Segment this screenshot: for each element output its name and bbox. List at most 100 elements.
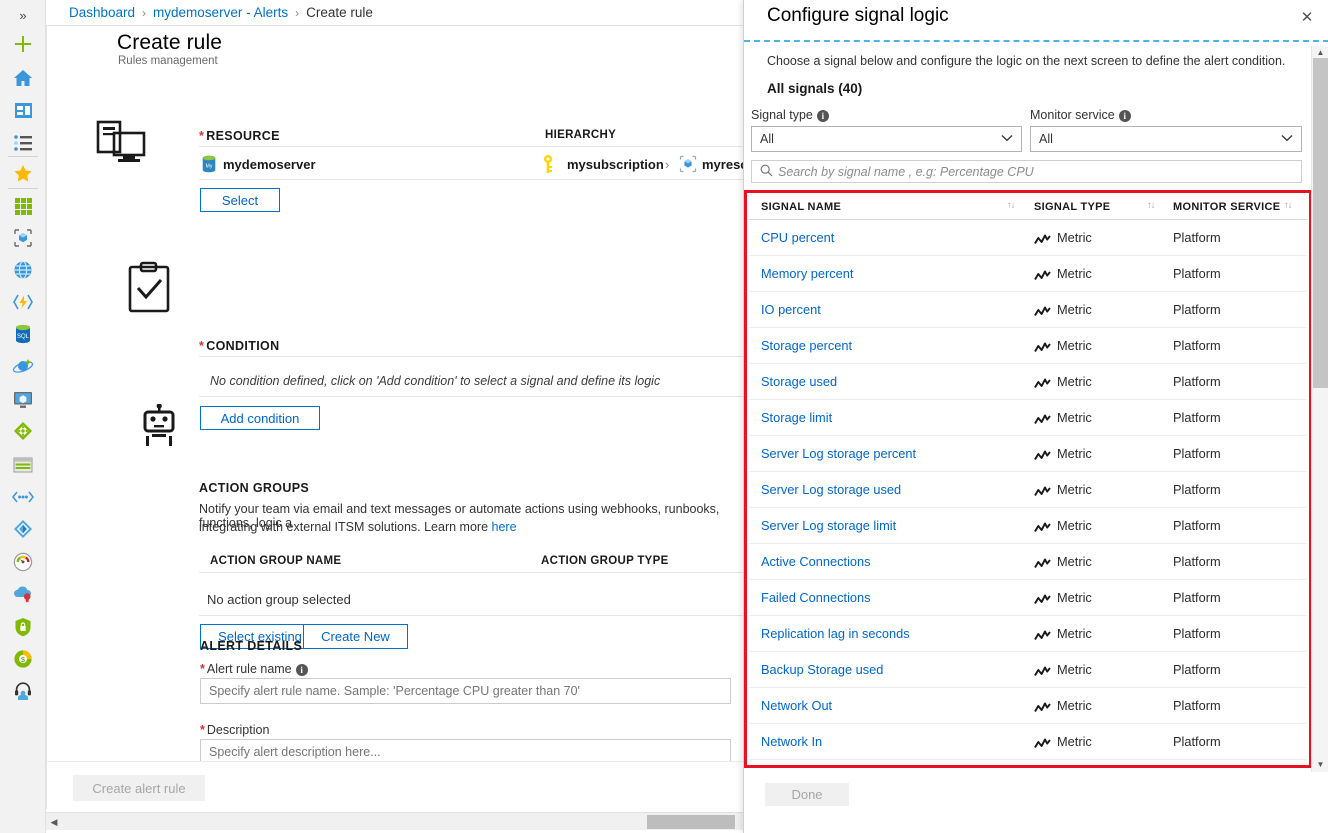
column-header-signal-type[interactable]: SIGNAL TYPE	[1034, 201, 1110, 213]
signals-table-header: SIGNAL NAME ↑↓ SIGNAL TYPE ↑↓ MONITOR SE…	[749, 194, 1307, 220]
sort-icon-monitor-service[interactable]: ↑↓	[1284, 200, 1292, 211]
cost-management-icon[interactable]: $	[0, 643, 46, 675]
signal-name-link[interactable]: Backup Storage used	[761, 662, 883, 677]
azure-cosmos-db-icon[interactable]	[0, 350, 46, 382]
vertical-scroll-thumb[interactable]	[1313, 58, 1328, 388]
column-header-monitor-service[interactable]: MONITOR SERVICE	[1173, 201, 1280, 213]
done-button[interactable]: Done	[765, 783, 849, 806]
add-condition-button[interactable]: Add condition	[200, 406, 320, 430]
signals-table: SIGNAL NAME ↑↓ SIGNAL TYPE ↑↓ MONITOR SE…	[749, 194, 1307, 764]
signal-name-link[interactable]: Network Out	[761, 698, 832, 713]
monitor-service-value-cell: Platform	[1173, 554, 1221, 569]
action-groups-description-text2: integrating with external ITSM solutions…	[199, 520, 492, 534]
signal-name-link[interactable]: Storage limit	[761, 410, 832, 425]
search-signal-field[interactable]: Search by signal name , e.g: Percentage …	[751, 160, 1302, 183]
condition-divider-top	[199, 356, 743, 357]
signal-name-link[interactable]: Storage used	[761, 374, 837, 389]
table-row[interactable]: Storage percent Metric Platform	[749, 328, 1307, 364]
table-row[interactable]: Storage limit Metric Platform	[749, 400, 1307, 436]
blade-body: * RESOURCE HIERARCHY My mydemoserver mysu…	[46, 75, 743, 761]
advisor-icon[interactable]	[0, 578, 46, 610]
function-apps-icon[interactable]	[0, 286, 46, 318]
signal-type-label-text: Signal type	[751, 108, 813, 122]
action-groups-divider-bottom	[199, 615, 743, 616]
learn-more-link[interactable]: here	[492, 520, 517, 534]
signal-name-link[interactable]: Failed Connections	[761, 590, 871, 605]
load-balancers-icon[interactable]	[0, 415, 46, 447]
table-row[interactable]: Failed Connections Metric Platform	[749, 580, 1307, 616]
close-icon[interactable]: ✕	[1294, 4, 1320, 30]
horizontal-scrollbar[interactable]: ◀	[46, 812, 743, 830]
storage-accounts-icon[interactable]	[0, 449, 46, 481]
table-row[interactable]: Server Log storage percent Metric Platform	[749, 436, 1307, 472]
alert-description-input[interactable]	[200, 739, 731, 761]
table-row[interactable]: Backup Storage used Metric Platform	[749, 652, 1307, 688]
signal-name-link[interactable]: Network In	[761, 734, 822, 749]
signal-type-value-cell: Metric	[1057, 482, 1092, 497]
monitor-icon[interactable]	[0, 546, 46, 578]
azure-active-directory-icon[interactable]	[0, 513, 46, 545]
table-row[interactable]: CPU percent Metric Platform	[749, 220, 1307, 256]
column-header-signal-name[interactable]: SIGNAL NAME	[761, 201, 841, 213]
table-row[interactable]: Memory percent Metric Platform	[749, 256, 1307, 292]
nav-collapse-icon[interactable]: »	[0, 6, 46, 26]
table-row[interactable]: Network Out Metric Platform	[749, 688, 1307, 724]
table-row[interactable]: Replication lag in seconds Metric Platform	[749, 616, 1307, 652]
table-row[interactable]: Server Log storage limit Metric Platform	[749, 508, 1307, 544]
home-icon[interactable]	[0, 62, 46, 94]
create-alert-rule-button[interactable]: Create alert rule	[73, 775, 205, 801]
select-resource-button[interactable]: Select	[200, 188, 280, 212]
signal-name-link[interactable]: Replication lag in seconds	[761, 626, 910, 641]
favorites-star-icon[interactable]	[0, 157, 46, 189]
table-row[interactable]: Storage used Metric Platform	[749, 364, 1307, 400]
monitor-service-value-cell: Platform	[1173, 230, 1221, 245]
signal-name-link[interactable]: Server Log storage limit	[761, 518, 896, 533]
create-resource-icon[interactable]	[0, 28, 46, 60]
help-and-support-icon[interactable]	[0, 675, 46, 707]
create-rule-blade: Dashboard › mydemoserver - Alerts › Crea…	[46, 0, 743, 833]
signal-name-link[interactable]: Storage percent	[761, 338, 852, 353]
signal-type-value-cell: Metric	[1057, 410, 1092, 425]
all-resources-grid-icon[interactable]	[0, 190, 46, 222]
create-new-action-group-button[interactable]: Create New	[303, 624, 408, 649]
breadcrumb-item-alerts[interactable]: mydemoserver - Alerts	[153, 5, 288, 20]
table-row[interactable]: IO percent Metric Platform	[749, 292, 1307, 328]
metric-chart-icon	[1034, 665, 1051, 680]
signal-type-value-cell: Metric	[1057, 446, 1092, 461]
signal-type-value-cell: Metric	[1057, 698, 1092, 713]
breadcrumb-item-dashboard[interactable]: Dashboard	[69, 5, 135, 20]
signal-type-select[interactable]: All	[751, 126, 1022, 152]
info-icon-signal-type[interactable]: i	[816, 109, 829, 122]
panel-vertical-scrollbar[interactable]: ▲ ▼	[1311, 46, 1328, 772]
info-icon-monitor-service[interactable]: i	[1118, 109, 1131, 122]
info-icon-rule-name[interactable]: i	[295, 663, 308, 676]
security-center-icon[interactable]	[0, 611, 46, 643]
horizontal-scroll-thumb[interactable]	[647, 815, 735, 829]
scroll-left-arrow-icon[interactable]: ◀	[48, 816, 60, 828]
page-subtitle: Rules management	[118, 55, 218, 67]
resource-groups-icon[interactable]	[0, 222, 46, 254]
signal-name-link[interactable]: Active Connections	[761, 554, 871, 569]
sort-icon-signal-type[interactable]: ↑↓	[1147, 200, 1155, 211]
chevron-down-icon-monitor-service	[1281, 127, 1293, 151]
virtual-machines-icon[interactable]	[0, 383, 46, 415]
monitor-service-select[interactable]: All	[1030, 126, 1302, 152]
dashboard-icon[interactable]	[0, 94, 46, 126]
table-row[interactable]: Active Connections Metric Platform	[749, 544, 1307, 580]
table-row[interactable]: Network In Metric Platform	[749, 724, 1307, 760]
app-services-icon[interactable]	[0, 254, 46, 286]
signal-name-link[interactable]: IO percent	[761, 302, 821, 317]
signal-name-link[interactable]: Memory percent	[761, 266, 853, 281]
virtual-networks-icon[interactable]	[0, 481, 46, 513]
signal-name-link[interactable]: Server Log storage percent	[761, 446, 916, 461]
alert-rule-name-input[interactable]	[200, 678, 731, 704]
resource-label: RESOURCE	[206, 129, 280, 143]
signal-name-link[interactable]: CPU percent	[761, 230, 834, 245]
sql-databases-icon[interactable]: SQL	[0, 318, 46, 350]
scroll-down-arrow-icon[interactable]: ▼	[1312, 758, 1328, 772]
signal-name-link[interactable]: Server Log storage used	[761, 482, 901, 497]
sort-icon-signal-name[interactable]: ↑↓	[1007, 200, 1015, 211]
all-services-icon[interactable]	[0, 127, 46, 159]
table-row[interactable]: Server Log storage used Metric Platform	[749, 472, 1307, 508]
panel-dashed-divider	[744, 40, 1328, 42]
